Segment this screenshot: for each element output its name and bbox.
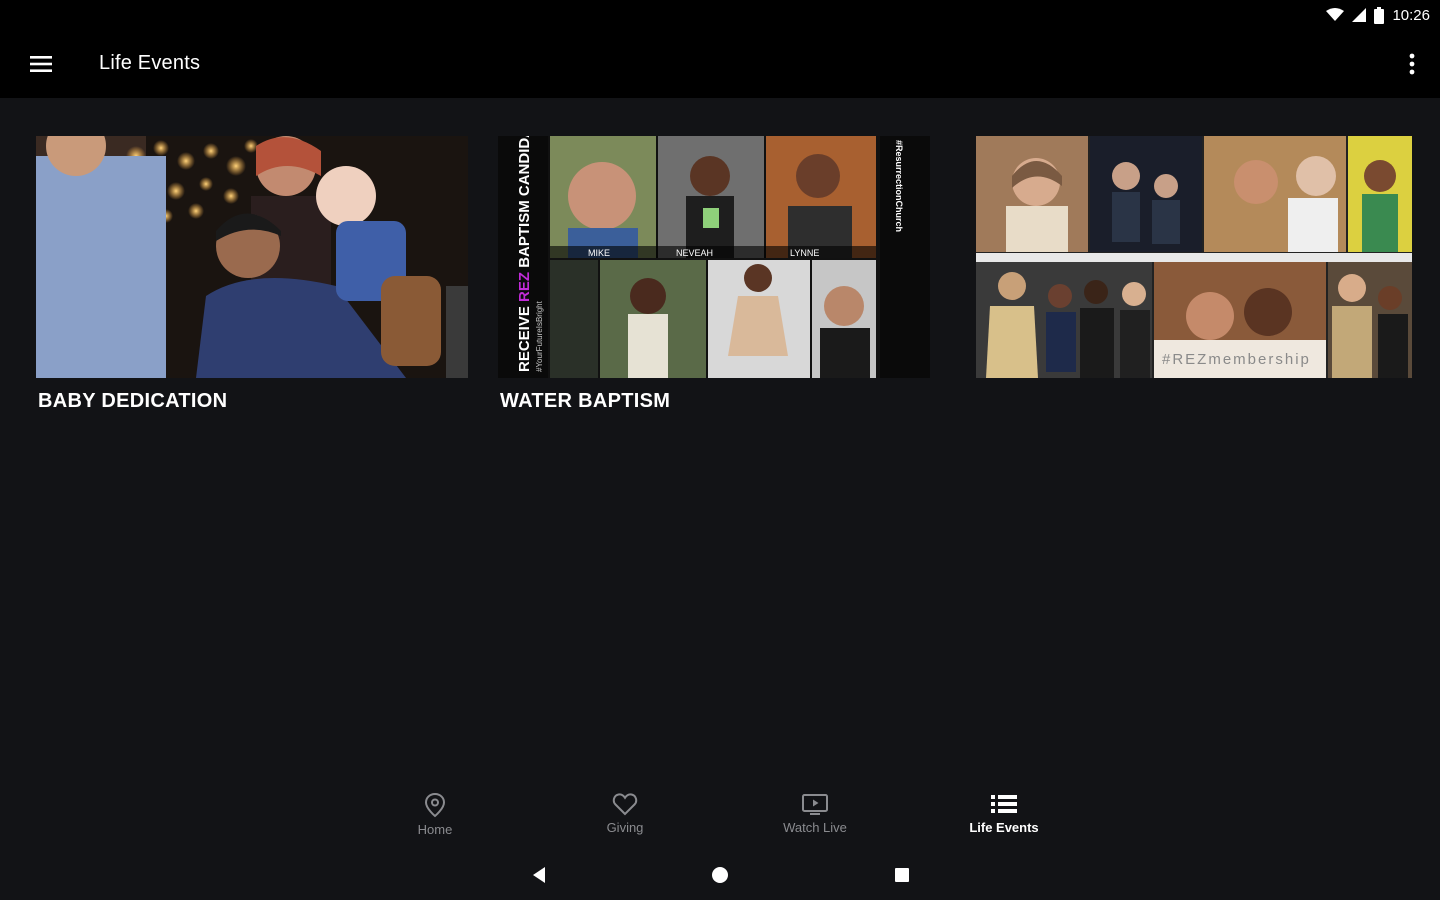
nav-home-label: Home: [417, 822, 453, 837]
bottom-navigation: Home Giving Watch Live Life Events: [0, 780, 1440, 850]
side-title-part-c: BAPTISM CANDIDATES: [516, 136, 533, 272]
nav-life-events[interactable]: Life Events: [944, 792, 1064, 835]
card-label: BABY DEDICATION: [38, 390, 228, 412]
page-title: Life Events: [99, 52, 201, 74]
side-title-part-a: RECEIVE: [516, 302, 533, 372]
nav-giving-label: Giving: [606, 820, 644, 835]
system-back-button[interactable]: [526, 862, 552, 888]
battery-icon: [1374, 6, 1385, 24]
nav-home[interactable]: Home: [375, 792, 495, 837]
system-recents-button[interactable]: [889, 862, 915, 888]
app-bar: Life Events: [0, 30, 1440, 98]
hamburger-menu-button[interactable]: [24, 48, 58, 80]
cell-signal-icon: [1352, 8, 1367, 22]
more-vert-icon: [1409, 53, 1415, 75]
candidate-name-3: LYNNE: [790, 248, 819, 258]
nav-watch-live[interactable]: Watch Live: [755, 792, 875, 835]
candidate-name-2: NEVEAH: [676, 248, 713, 258]
side-hashtag: #YourFutureIsBright: [535, 300, 544, 372]
card-membership[interactable]: #REZmembership: [976, 136, 1412, 416]
baby-dedication-photo: [36, 136, 468, 378]
membership-hashtag: #REZmembership: [1162, 351, 1311, 368]
wifi-icon: [1326, 8, 1345, 22]
card-label: WATER BAPTISM: [500, 390, 671, 412]
location-pin-icon: [424, 792, 446, 818]
nav-life-events-label: Life Events: [969, 820, 1039, 835]
home-circle-icon: [712, 867, 728, 883]
tv-play-icon: [802, 794, 828, 815]
card-water-baptism[interactable]: RECEIVE REZ BAPTISM CANDIDATES #YourFutu…: [498, 136, 930, 416]
right-hashtag: #ResurrectionChurch: [894, 140, 904, 232]
back-triangle-icon: [533, 867, 545, 883]
candidate-name-1: MIKE: [588, 248, 610, 258]
overflow-menu-button[interactable]: [1406, 48, 1418, 80]
nav-watch-live-label: Watch Live: [783, 820, 847, 835]
nav-giving[interactable]: Giving: [565, 792, 685, 835]
side-title-part-b: REZ: [516, 272, 533, 302]
status-bar: 10:26: [0, 0, 1440, 30]
membership-collage: #REZmembership: [976, 136, 1412, 378]
heart-icon: [612, 793, 638, 816]
card-label: [978, 390, 1412, 416]
svg-text:RECEIVE REZ BAPTISM CANDIDATES: RECEIVE REZ BAPTISM CANDIDATES: [516, 136, 533, 372]
card-baby-dedication[interactable]: BABY DEDICATION: [36, 136, 468, 416]
list-icon: [991, 795, 1017, 813]
system-navigation-bar: [0, 850, 1440, 900]
recents-square-icon: [895, 868, 909, 882]
status-clock: 10:26: [1392, 6, 1430, 24]
hamburger-menu-icon: [30, 56, 52, 72]
water-baptism-collage: RECEIVE REZ BAPTISM CANDIDATES #YourFutu…: [498, 136, 930, 378]
system-home-button[interactable]: [707, 862, 733, 888]
